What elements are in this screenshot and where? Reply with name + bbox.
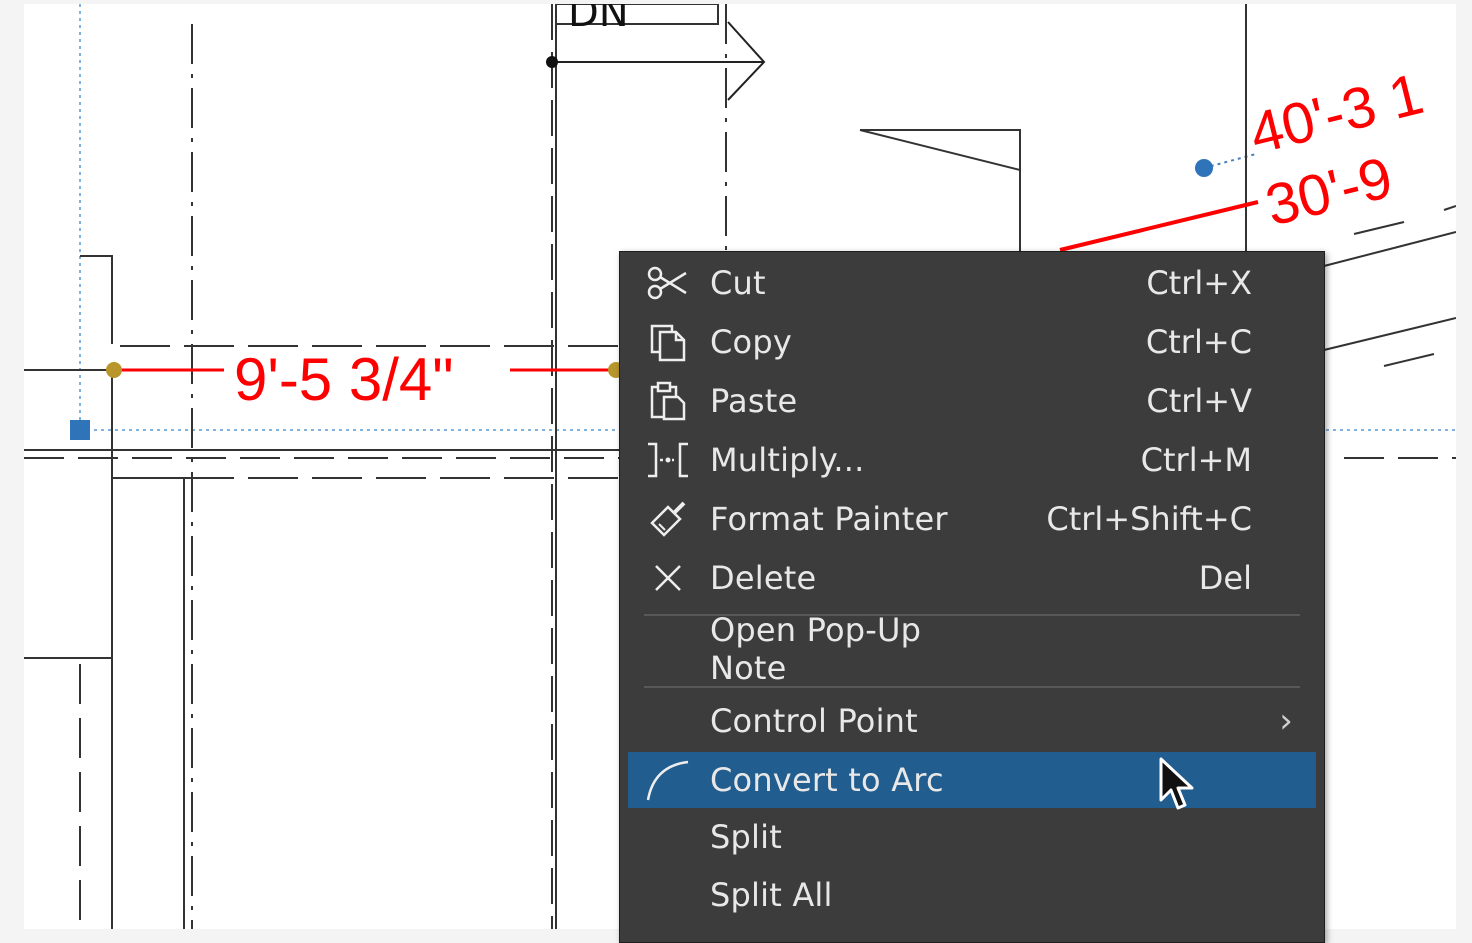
menu-item-cut[interactable]: Cut Ctrl+X xyxy=(628,255,1316,311)
menu-label: Split All xyxy=(710,876,833,914)
scissors-icon xyxy=(628,255,708,311)
menu-item-convert-to-arc[interactable]: Convert to Arc xyxy=(628,752,1316,808)
menu-label: Multiply... xyxy=(710,441,865,479)
menu-label: Copy xyxy=(710,323,792,361)
menu-label: Control Point xyxy=(710,702,918,740)
copy-icon xyxy=(628,314,708,370)
menu-label: Open Pop-Up Note xyxy=(710,611,922,687)
dn-label: DN xyxy=(568,4,629,36)
menu-label: Paste xyxy=(710,382,798,420)
multiply-icon xyxy=(628,432,708,488)
mouse-pointer-icon xyxy=(1159,757,1194,810)
menu-shortcut: Del xyxy=(1198,559,1252,597)
chevron-right-icon: › xyxy=(1279,701,1293,741)
menu-item-format-painter[interactable]: Format Painter Ctrl+Shift+C xyxy=(628,491,1316,547)
paste-icon xyxy=(628,373,708,429)
menu-label: Cut xyxy=(710,264,766,302)
menu-shortcut: Ctrl+V xyxy=(1146,382,1252,420)
menu-label: Convert to Arc xyxy=(710,761,944,799)
format-painter-icon xyxy=(628,491,708,547)
menu-item-split-all[interactable]: Split All xyxy=(628,867,1316,923)
menu-item-open-popup-note[interactable]: Open Pop-Up Note xyxy=(628,611,1316,687)
menu-shortcut: Ctrl+Shift+C xyxy=(1046,500,1252,538)
menu-item-paste[interactable]: Paste Ctrl+V xyxy=(628,373,1316,429)
dimension-label-upper: 40'-3 1 xyxy=(1243,61,1429,167)
context-menu: Cut Ctrl+X Copy Ctrl+C Paste Ctrl+V Mult… xyxy=(619,251,1325,943)
menu-item-copy[interactable]: Copy Ctrl+C xyxy=(628,314,1316,370)
menu-label: Delete xyxy=(710,559,817,597)
dimension-label-width: 9'-5 3/4" xyxy=(234,346,454,413)
menu-shortcut: Ctrl+X xyxy=(1146,264,1252,302)
menu-label: Format Painter xyxy=(710,500,948,538)
menu-item-split[interactable]: Split xyxy=(628,809,1316,865)
menu-item-control-point[interactable]: Control Point › xyxy=(628,693,1316,749)
menu-shortcut: Ctrl+M xyxy=(1140,441,1252,479)
menu-item-multiply[interactable]: Multiply... Ctrl+M xyxy=(628,432,1316,488)
menu-separator xyxy=(644,686,1300,688)
menu-item-delete[interactable]: Delete Del xyxy=(628,550,1316,606)
menu-shortcut: Ctrl+C xyxy=(1145,323,1252,361)
close-icon xyxy=(628,550,708,606)
arc-icon xyxy=(628,752,708,808)
menu-label: Split xyxy=(710,818,782,856)
